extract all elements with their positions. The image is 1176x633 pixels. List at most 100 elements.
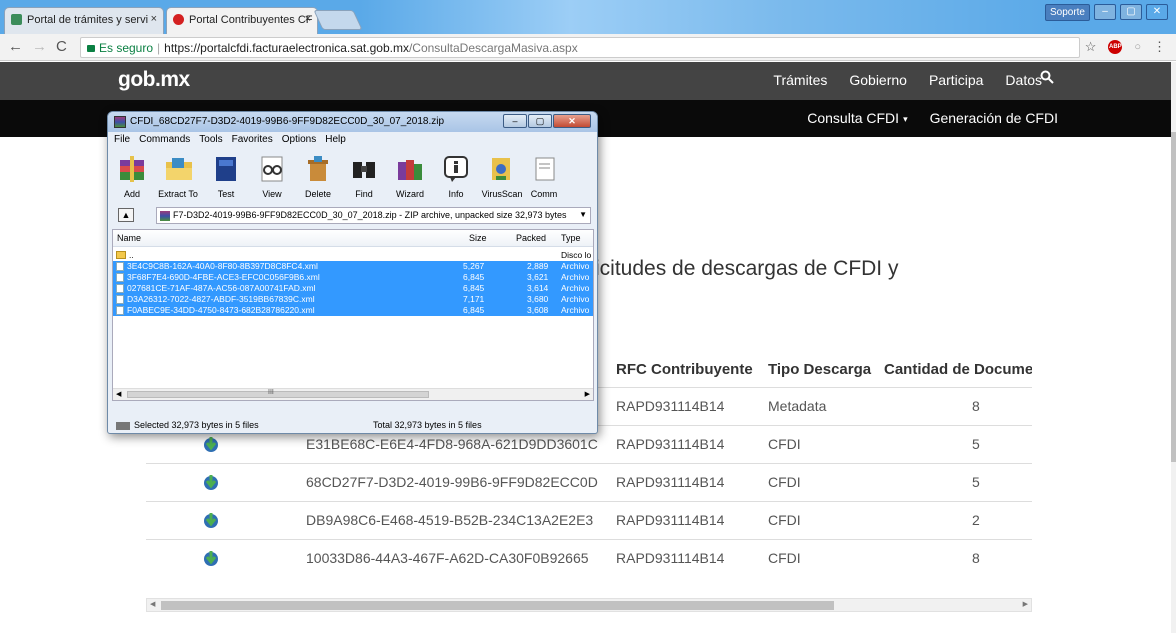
wizard-label: Wizard bbox=[395, 189, 424, 199]
close-window-icon[interactable]: ✕ bbox=[1146, 4, 1168, 20]
tab-portal-contribuyentes[interactable]: Portal Contribuyentes CF × bbox=[166, 7, 318, 34]
find-button[interactable]: Find bbox=[342, 154, 386, 199]
search-icon[interactable] bbox=[1040, 70, 1054, 84]
file-packed: 3,608 bbox=[527, 305, 549, 315]
maximize-icon[interactable]: ▢ bbox=[528, 114, 552, 128]
dropdown-arrow-icon[interactable]: ▼ bbox=[579, 210, 587, 219]
scrollbar-thumb[interactable] bbox=[161, 601, 834, 610]
forward-arrow-icon[interactable]: → bbox=[32, 38, 47, 55]
folio-cell: 10033D86-44A3-467F-A62D-CA30F0B92665 bbox=[306, 550, 589, 566]
reload-icon[interactable]: C bbox=[56, 38, 67, 55]
test-button[interactable]: Test bbox=[204, 154, 248, 199]
menu-help[interactable]: Help bbox=[325, 134, 346, 150]
comment-button[interactable]: Comm bbox=[526, 154, 562, 199]
download-icon[interactable] bbox=[203, 473, 219, 491]
rfc-cell: RAPD931114B14 bbox=[616, 398, 725, 414]
nav-consulta-cfdi[interactable]: Consulta CFDI ▾ bbox=[807, 110, 907, 126]
tab-tramites[interactable]: Portal de trámites y servi × bbox=[4, 7, 164, 34]
nav-gobierno[interactable]: Gobierno bbox=[849, 72, 907, 88]
back-arrow-icon[interactable]: ← bbox=[8, 38, 23, 55]
winrar-statusbar: Selected 32,973 bytes in 5 files Total 3… bbox=[108, 416, 597, 433]
add-button[interactable]: Add bbox=[110, 154, 154, 199]
col-cantidad: Cantidad de Documento bbox=[884, 361, 1032, 378]
tab-close-icon[interactable]: × bbox=[305, 13, 311, 25]
scroll-right-icon[interactable]: ▶ bbox=[585, 390, 590, 398]
nav-tramites[interactable]: Trámites bbox=[773, 72, 827, 88]
new-tab-button[interactable] bbox=[313, 10, 363, 30]
extract-to-button[interactable]: Extract To bbox=[156, 154, 200, 199]
view-button[interactable]: View bbox=[250, 154, 294, 199]
winrar-titlebar[interactable]: CFDI_68CD27F7-D3D2-4019-99B6-9FF9D82ECC0… bbox=[108, 112, 597, 132]
col-size[interactable]: Size bbox=[469, 233, 487, 243]
find-label: Find bbox=[355, 189, 373, 199]
file-list-scrollbar[interactable]: ◀ III ▶ bbox=[113, 388, 593, 400]
view-label: View bbox=[262, 189, 282, 199]
wizard-button[interactable]: Wizard bbox=[388, 154, 432, 199]
scroll-left-icon[interactable]: ◀ bbox=[150, 600, 155, 608]
menu-options[interactable]: Options bbox=[282, 134, 316, 150]
rfc-cell: RAPD931114B14 bbox=[616, 512, 725, 528]
scrollbar-thumb[interactable]: III bbox=[127, 389, 429, 398]
file-size: 6,845 bbox=[463, 272, 485, 282]
tab-label: Portal Contribuyentes CF bbox=[189, 14, 313, 26]
adblock-plus-icon[interactable]: ABP bbox=[1108, 40, 1123, 54]
menu-favorites[interactable]: Favorites bbox=[232, 134, 273, 150]
file-packed: 2,889 bbox=[527, 261, 549, 271]
delete-label: Delete bbox=[304, 189, 331, 199]
virusscan-button[interactable]: VirusScan bbox=[480, 154, 524, 199]
file-row[interactable]: 3F68F7E4-690D-4FBE-ACE3-EFC0C056F9B6.xml… bbox=[113, 272, 593, 283]
delete-button[interactable]: Delete bbox=[296, 154, 340, 199]
tab-close-icon[interactable]: × bbox=[151, 13, 157, 25]
file-name: F0ABEC9E-34DD-4750-8473-682B28786220.xml bbox=[127, 305, 315, 315]
virusscan-label: VirusScan bbox=[481, 189, 523, 199]
bookmark-star-icon[interactable]: ☆ bbox=[1085, 39, 1097, 55]
tipo-cell: CFDI bbox=[768, 512, 801, 528]
drive-icon bbox=[116, 421, 130, 430]
gob-logo[interactable]: gob.mx bbox=[118, 68, 190, 92]
up-folder-icon[interactable]: ▲ bbox=[118, 208, 134, 222]
url-input[interactable]: Es seguro | https://portalcfdi.facturaelec… bbox=[80, 37, 1080, 58]
soporte-button[interactable]: Soporte bbox=[1044, 4, 1090, 21]
minimize-icon[interactable]: – bbox=[1094, 4, 1116, 20]
file-row[interactable]: D3A26312-7022-4827-ABDF-3519BB67839C.xml… bbox=[113, 294, 593, 305]
nav-generacion-cfdi[interactable]: Generación de CFDI bbox=[930, 110, 1058, 126]
menu-file[interactable]: File bbox=[114, 134, 130, 150]
nav-participa[interactable]: Participa bbox=[929, 72, 983, 88]
download-icon[interactable] bbox=[203, 511, 219, 529]
parent-folder-row[interactable]: .. Disco lo bbox=[113, 250, 593, 261]
file-size: 6,845 bbox=[463, 283, 485, 293]
vertical-scrollbar-thumb[interactable] bbox=[1171, 132, 1176, 462]
extension-icon[interactable]: ○ bbox=[1134, 41, 1141, 53]
col-type[interactable]: Type bbox=[561, 233, 581, 243]
rfc-cell: RAPD931114B14 bbox=[616, 436, 725, 452]
archive-path-field[interactable]: F7-D3D2-4019-99B6-9FF9D82ECC0D_30_07_201… bbox=[156, 207, 591, 224]
menu-tools[interactable]: Tools bbox=[199, 134, 222, 150]
minimize-icon[interactable]: – bbox=[503, 114, 527, 128]
folio-cell: 68CD27F7-D3D2-4019-99B6-9FF9D82ECC0D bbox=[306, 474, 598, 490]
nav-datos[interactable]: Datos bbox=[1005, 72, 1042, 88]
col-name[interactable]: Name bbox=[117, 233, 141, 243]
table-row: 68CD27F7-D3D2-4019-99B6-9FF9D82ECC0D RAP… bbox=[146, 463, 1032, 501]
page-vertical-scrollbar[interactable] bbox=[1171, 62, 1176, 633]
download-icon[interactable] bbox=[203, 435, 219, 453]
scroll-left-icon[interactable]: ◀ bbox=[116, 390, 121, 398]
menu-dots-icon[interactable]: ⋮ bbox=[1153, 39, 1166, 55]
tipo-cell: CFDI bbox=[768, 436, 801, 452]
download-icon[interactable] bbox=[203, 549, 219, 567]
tipo-cell: CFDI bbox=[768, 474, 801, 490]
scroll-right-icon[interactable]: ▶ bbox=[1023, 600, 1028, 608]
table-horizontal-scrollbar[interactable]: ◀ ▶ bbox=[146, 598, 1032, 612]
close-icon[interactable]: ✕ bbox=[553, 114, 591, 128]
lock-icon bbox=[87, 45, 95, 52]
menu-commands[interactable]: Commands bbox=[139, 134, 190, 150]
maximize-icon[interactable]: ▢ bbox=[1120, 4, 1142, 20]
file-size: 5,267 bbox=[463, 261, 485, 271]
file-row[interactable]: 027681CE-71AF-487A-AC56-087A00741FAD.xml… bbox=[113, 283, 593, 294]
info-button[interactable]: Info bbox=[434, 154, 478, 199]
scrollbar-grip: III bbox=[268, 389, 274, 396]
file-row[interactable]: F0ABEC9E-34DD-4750-8473-682B28786220.xml… bbox=[113, 305, 593, 316]
file-row[interactable]: 3E4C9C8B-162A-40A0-8F80-8B397D8C8FC4.xml… bbox=[113, 261, 593, 272]
cantidad-cell: 8 bbox=[972, 398, 980, 414]
col-packed[interactable]: Packed bbox=[516, 233, 546, 243]
file-packed: 3,680 bbox=[527, 294, 549, 304]
